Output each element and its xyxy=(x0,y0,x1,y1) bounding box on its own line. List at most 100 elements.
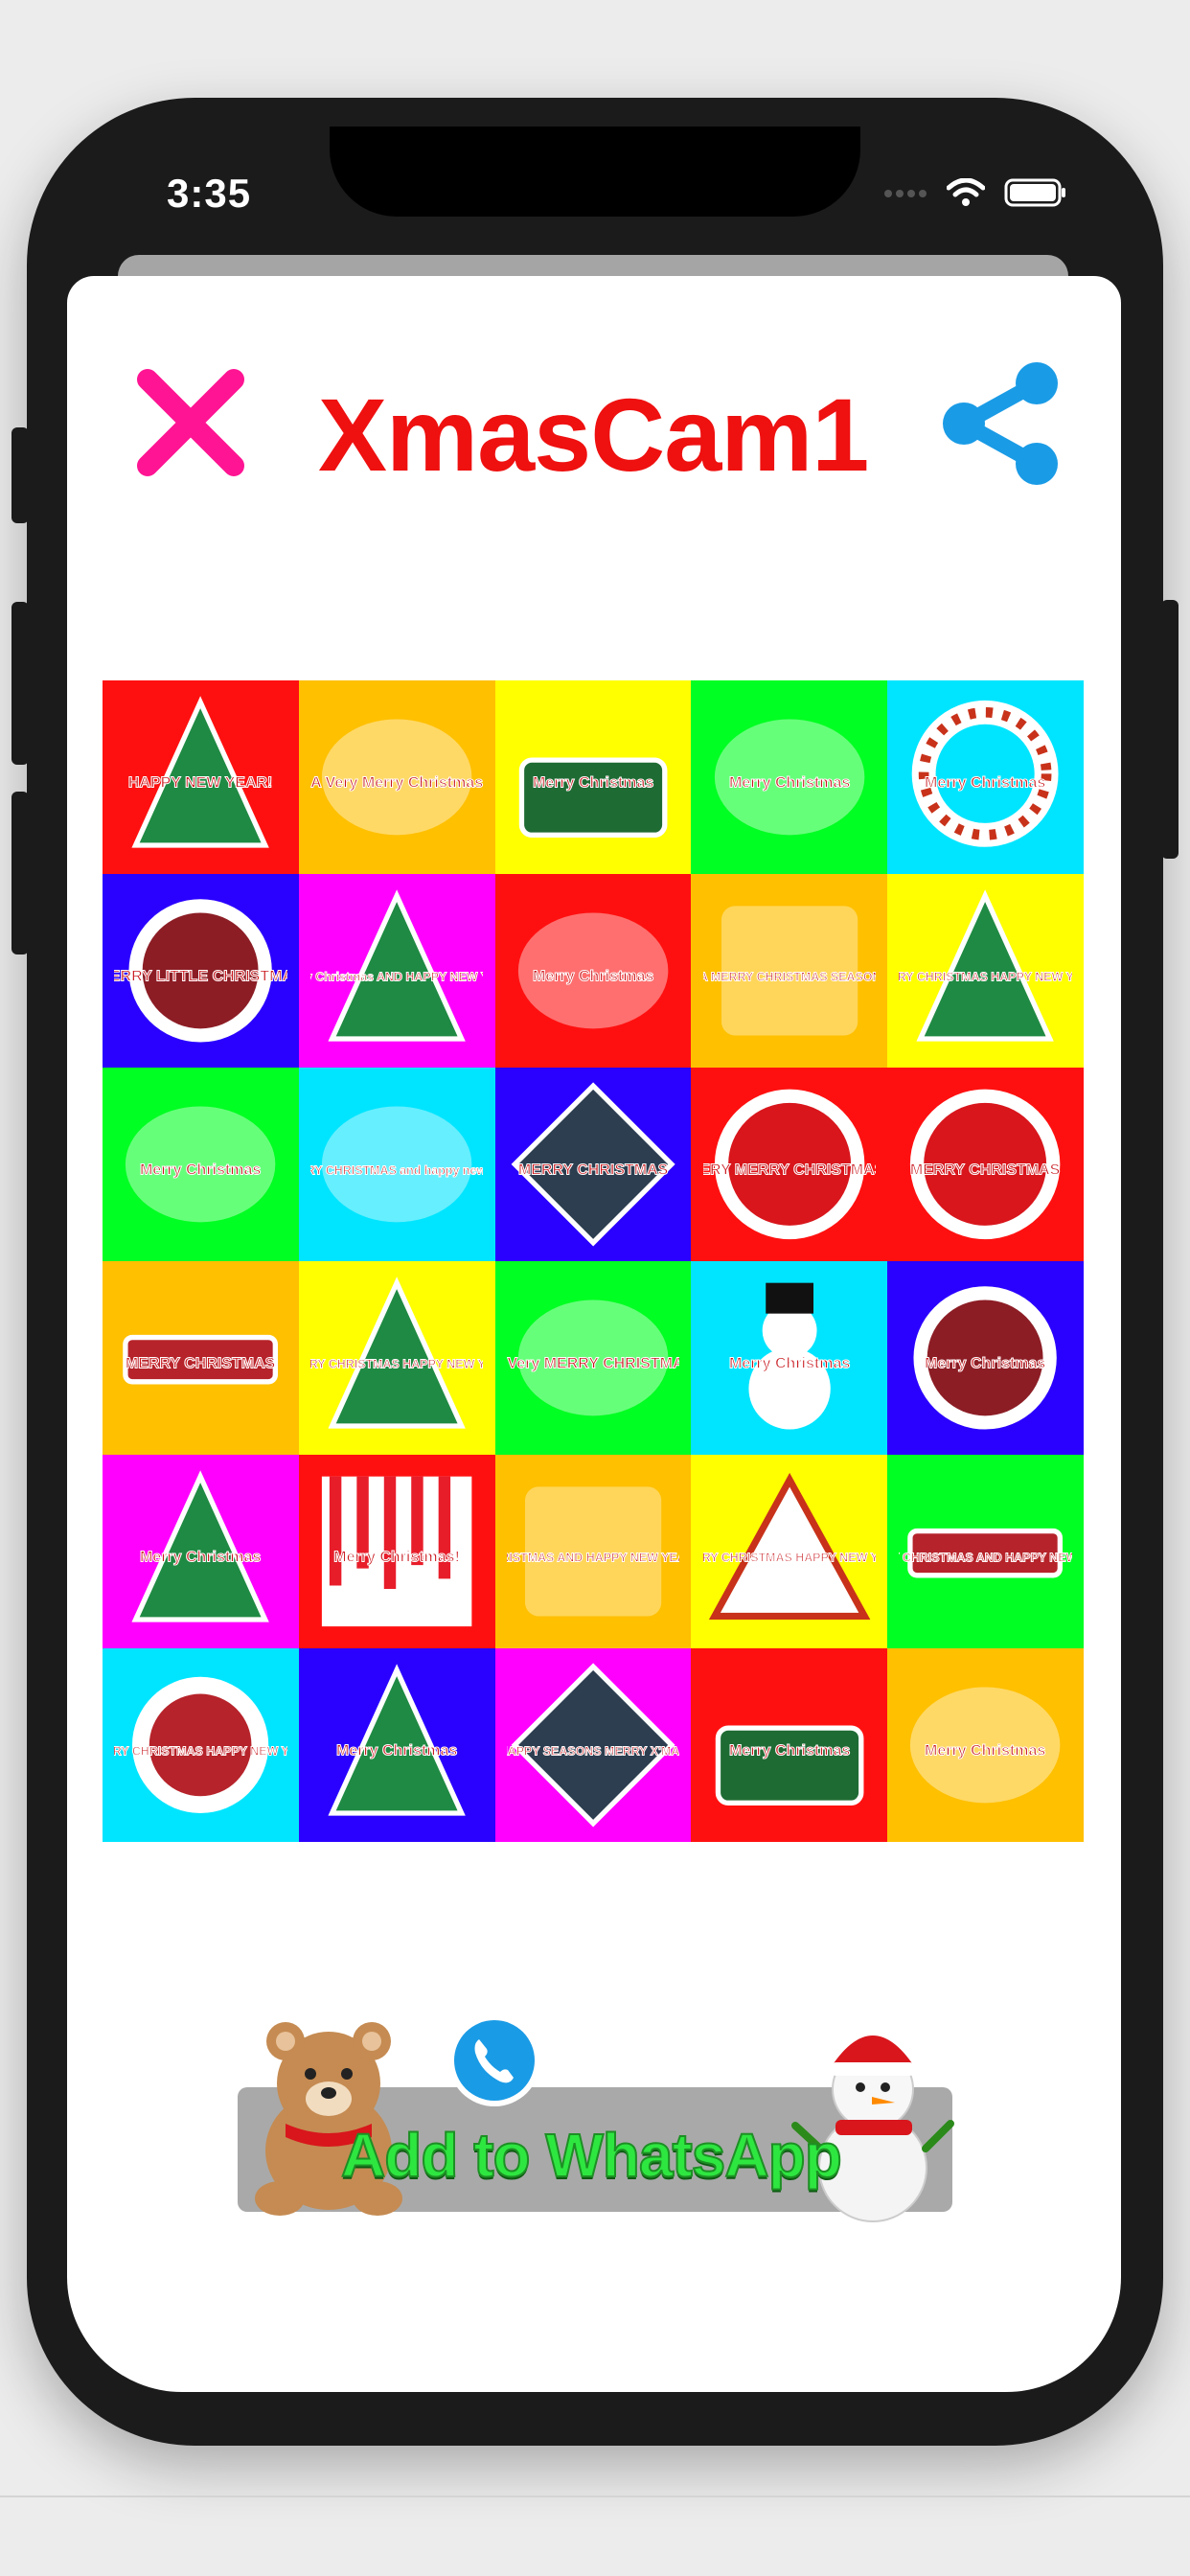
sticker-tile[interactable]: WE WISH YOU A MERRY CHRISTMAS SEASON'S G… xyxy=(691,874,888,1068)
sticker-text: Merry Christmas xyxy=(729,775,850,792)
sticker-text: Merry Christmas! xyxy=(333,1550,460,1566)
sticker-tile[interactable]: A Very MERRY CHRISTMAS xyxy=(494,1261,692,1455)
sticker-tile[interactable]: Merry Christmas xyxy=(691,1648,888,1842)
sticker-art-icon: Merry Christmas xyxy=(126,1106,276,1223)
sticker-tile[interactable]: Merry Christmas xyxy=(691,1261,888,1455)
sticker-tile[interactable]: HAPPY NEW YEAR! xyxy=(103,680,299,874)
sticker-tile[interactable]: MERRY CHRISTMAS xyxy=(494,1068,692,1261)
sticker-text: MERRY LITTLE CHRISTMAS xyxy=(114,969,286,985)
sticker-text: MERRY CHRISTMAS AND HAPPY NEW YEAR FOR A… xyxy=(507,1552,679,1565)
sticker-text: VERY MERRY CHRISTMAS! xyxy=(703,1162,876,1179)
signal-icon xyxy=(883,187,927,204)
close-icon xyxy=(137,369,244,476)
sticker-text: Merry Christmas xyxy=(140,1550,261,1566)
sticker-text: A Very Merry Christmas xyxy=(310,775,483,792)
sticker-text: MERRY CHRISTMAS xyxy=(910,1162,1061,1179)
sticker-text: MERRY CHRISTMAS HAPPY NEW YEAR xyxy=(899,971,1071,984)
sticker-text: Merry Christmas xyxy=(533,775,653,792)
sticker-art-icon: Merry Christmas AND HAPPY NEW YEAR xyxy=(310,889,483,1042)
sticker-art-icon: HAPPY NEW YEAR! xyxy=(128,696,273,848)
phone-volume-down xyxy=(11,792,29,954)
sticker-tile[interactable]: MERRY CHRISTMAS and happy new year xyxy=(298,1068,495,1261)
status-time: 3:35 xyxy=(167,171,252,216)
sticker-art-icon: Merry Christmas xyxy=(910,1687,1061,1804)
sticker-tile[interactable]: Merry Christmas xyxy=(494,874,692,1068)
phone-side-button xyxy=(11,427,29,523)
phone-power-button xyxy=(1161,600,1179,859)
sticker-art-icon: A Very MERRY CHRISTMAS xyxy=(507,1300,679,1416)
sticker-art-icon: MERRY CHRISTMAS xyxy=(511,1082,675,1247)
sticker-tile[interactable]: Merry Christmas! xyxy=(298,1455,495,1648)
sticker-text: Merry Christmas xyxy=(925,1356,1045,1372)
sticker-tile[interactable]: MERRY CHRISTMAS xyxy=(887,1068,1084,1261)
sticker-art-icon: VERY MERRY CHRISTMAS! xyxy=(703,1089,876,1240)
sticker-tile[interactable]: MERRY LITTLE CHRISTMAS xyxy=(103,874,299,1068)
sticker-tile[interactable]: A Very Merry Christmas xyxy=(298,680,495,874)
sticker-text: Merry Christmas AND HAPPY NEW YEAR xyxy=(310,971,483,984)
close-button[interactable] xyxy=(134,366,247,479)
notch xyxy=(330,126,860,217)
sticker-text: MERRY CHRISTMAS AND HAPPY NEW YEAR xyxy=(899,1552,1071,1565)
sticker-tile[interactable]: VERY MERRY CHRISTMAS! xyxy=(691,1068,888,1261)
sticker-text: Merry Christmas xyxy=(140,1162,261,1179)
status-icons xyxy=(883,177,1067,212)
sticker-art-icon: A Very Merry Christmas xyxy=(310,719,483,836)
sticker-art-icon: Merry Christmas xyxy=(912,700,1060,847)
sticker-text: Merry Christmas xyxy=(925,775,1045,792)
sticker-art-icon: Merry Christmas xyxy=(518,757,668,839)
sticker-tile[interactable]: Merry Christmas xyxy=(887,680,1084,874)
sticker-tile[interactable]: MERRY CHRISTMAS HAPPY NEW YEAR xyxy=(887,874,1084,1068)
battery-icon xyxy=(1004,178,1067,212)
sticker-tile[interactable]: Merry Christmas AND HAPPY NEW YEAR xyxy=(298,874,495,1068)
sticker-tile[interactable]: Merry Christmas xyxy=(103,1068,299,1261)
sticker-art-icon: MERRY CHRISTMAS HAPPY NEW YEAR xyxy=(899,889,1072,1042)
sticker-tile[interactable]: Merry Christmas xyxy=(298,1648,495,1842)
sticker-text: HAPPY SEASONS MERRY X'MAS xyxy=(507,1745,679,1759)
sticker-text: Merry Christmas xyxy=(533,969,653,985)
sticker-tile[interactable]: MERRY CHRISTMAS HAPPY NEW YEAR xyxy=(691,1455,888,1648)
share-button[interactable] xyxy=(941,360,1060,485)
sticker-text: A Very MERRY CHRISTMAS xyxy=(507,1356,679,1372)
wifi-icon xyxy=(946,177,986,212)
sticker-art-icon: Merry Christmas xyxy=(131,1470,270,1622)
sticker-text: MERRY CHRISTMAS HAPPY NEW YEAR xyxy=(114,1745,286,1759)
add-to-whatsapp-button[interactable]: Add to WhatsApp xyxy=(238,2009,954,2222)
sticker-art-icon: Merry Christmas xyxy=(728,1282,851,1430)
whatsapp-button-label: Add to WhatsApp xyxy=(340,2120,843,2191)
sticker-art-icon: WE WISH YOU A MERRY CHRISTMAS SEASON'S G… xyxy=(703,906,876,1036)
sticker-art-icon: Merry Christmas xyxy=(517,912,669,1029)
sticker-text: MERRY CHRISTMAS and happy new year xyxy=(310,1164,483,1178)
sticker-text: MERRY CHRISTMAS HAPPY NEW YEAR xyxy=(310,1358,483,1371)
sticker-tile[interactable]: MERRY CHRISTMAS HAPPY NEW YEAR xyxy=(103,1648,299,1842)
sticker-tile[interactable]: Merry Christmas xyxy=(103,1455,299,1648)
share-icon xyxy=(943,362,1058,485)
sticker-tile[interactable]: MERRY CHRISTMAS AND HAPPY NEW YEAR FOR A… xyxy=(494,1455,692,1648)
sticker-text: MERRY CHRISTMAS xyxy=(518,1162,669,1179)
sticker-tile[interactable]: HAPPY SEASONS MERRY X'MAS xyxy=(494,1648,692,1842)
sticker-art-icon: MERRY CHRISTMAS HAPPY NEW YEAR xyxy=(310,1276,483,1429)
sticker-art-icon: MERRY CHRISTMAS AND HAPPY NEW YEAR xyxy=(899,1528,1072,1578)
sticker-tile[interactable]: MERRY CHRISTMAS AND HAPPY NEW YEAR xyxy=(887,1455,1084,1648)
sticker-art-icon: MERRY CHRISTMAS AND HAPPY NEW YEAR FOR A… xyxy=(507,1486,679,1617)
sticker-tile[interactable]: MERRY CHRISTMAS xyxy=(103,1261,299,1455)
sticker-art-icon: MERRY CHRISTMAS xyxy=(910,1089,1062,1240)
sticker-art-icon: Merry Christmas xyxy=(715,1725,864,1806)
sticker-art-icon: Merry Christmas xyxy=(328,1664,466,1816)
sticker-text: Merry Christmas xyxy=(925,1743,1045,1760)
sticker-art-icon: MERRY CHRISTMAS HAPPY NEW YEAR xyxy=(703,1472,876,1621)
sticker-tile[interactable]: Merry Christmas xyxy=(887,1648,1084,1842)
sticker-text: Merry Christmas xyxy=(729,1356,850,1372)
sticker-art-icon: MERRY CHRISTMAS xyxy=(123,1334,279,1385)
sticker-tile[interactable]: Merry Christmas xyxy=(691,680,888,874)
sticker-text: MERRY CHRISTMAS xyxy=(126,1356,276,1372)
snowman-icon xyxy=(791,2009,954,2222)
sticker-tile[interactable]: MERRY CHRISTMAS HAPPY NEW YEAR xyxy=(298,1261,495,1455)
sticker-text: Merry Christmas xyxy=(729,1743,850,1760)
sticker-art-icon: Merry Christmas! xyxy=(321,1476,472,1627)
sticker-text: Merry Christmas xyxy=(336,1743,457,1760)
sticker-art-icon: HAPPY SEASONS MERRY X'MAS xyxy=(507,1663,679,1828)
phone-volume-up xyxy=(11,602,29,765)
sticker-tile[interactable]: Merry Christmas xyxy=(887,1261,1084,1455)
sticker-tile[interactable]: Merry Christmas xyxy=(494,680,692,874)
pack-title: XmasCam1 xyxy=(318,377,869,493)
